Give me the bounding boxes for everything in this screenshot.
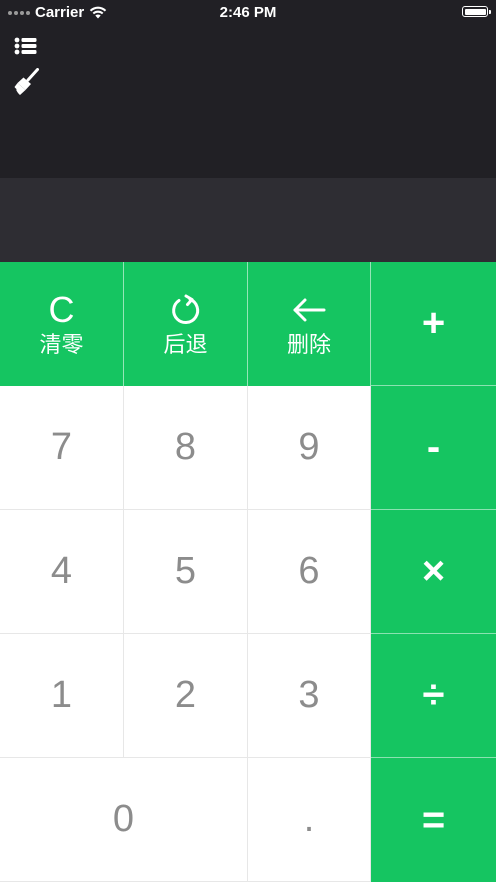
digit-4-button[interactable]: 4	[0, 510, 124, 634]
minus-button[interactable]: -	[371, 386, 496, 510]
undo-button[interactable]: 后退	[124, 262, 248, 386]
battery-icon	[462, 6, 491, 17]
status-bar: Carrier 2:46 PM	[0, 0, 496, 24]
status-time: 2:46 PM	[219, 4, 277, 21]
plus-button[interactable]: +	[371, 262, 496, 386]
digit-2-button[interactable]: 2	[124, 634, 248, 758]
digit-3-button[interactable]: 3	[248, 634, 371, 758]
digit-8-button[interactable]: 8	[124, 386, 248, 510]
equals-button[interactable]: =	[371, 758, 496, 882]
undo-label: 后退	[163, 332, 208, 357]
header-area	[0, 0, 496, 178]
digit-5-button[interactable]: 5	[124, 510, 248, 634]
broom-icon[interactable]	[14, 68, 40, 101]
digit-6-button[interactable]: 6	[248, 510, 371, 634]
digit-7-button[interactable]: 7	[0, 386, 124, 510]
clear-c-icon: C	[48, 289, 75, 330]
keypad: C 清零 后退 删除 + 7 8 9 - 4 5 6 × 1 2 3 ÷ 0 .…	[0, 262, 496, 882]
clear-button[interactable]: C 清零	[0, 262, 124, 386]
delete-label: 删除	[286, 332, 331, 357]
multiply-button[interactable]: ×	[371, 510, 496, 634]
result-display	[0, 178, 496, 262]
left-arrow-icon	[291, 290, 327, 330]
divide-button[interactable]: ÷	[371, 634, 496, 758]
clear-label: 清零	[39, 332, 84, 357]
list-icon[interactable]	[14, 36, 38, 61]
undo-icon	[169, 290, 203, 330]
digit-0-button[interactable]: 0	[0, 758, 248, 882]
decimal-point-button[interactable]: .	[248, 758, 371, 882]
delete-button[interactable]: 删除	[248, 262, 371, 386]
digit-1-button[interactable]: 1	[0, 634, 124, 758]
digit-9-button[interactable]: 9	[248, 386, 371, 510]
